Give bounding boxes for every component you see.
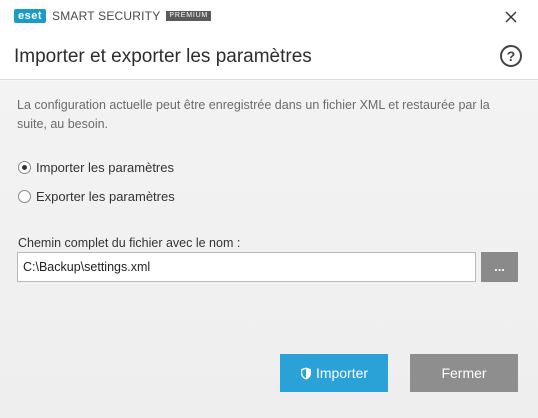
page-title: Importer et exporter les paramètres: [14, 46, 312, 67]
import-button[interactable]: Importer: [280, 354, 388, 392]
file-path-input[interactable]: [17, 252, 476, 282]
product-name: SMART SECURITY: [52, 9, 161, 23]
help-icon: ?: [506, 48, 516, 64]
close-button[interactable]: Fermer: [410, 354, 518, 392]
title-bar: eset SMART SECURITY PREMIUM: [0, 0, 538, 32]
import-button-label: Importer: [315, 365, 369, 381]
import-option-radio[interactable]: Importer les paramètres: [18, 160, 174, 175]
export-option-label: Exporter les paramètres: [36, 189, 175, 204]
import-option-label: Importer les paramètres: [36, 160, 174, 175]
close-window-button[interactable]: [500, 6, 522, 28]
description-text: La configuration actuelle peut être enre…: [17, 98, 490, 131]
help-button[interactable]: ?: [500, 45, 522, 67]
close-icon: [505, 11, 517, 23]
shield-icon: [300, 367, 311, 379]
browse-button[interactable]: ...: [481, 252, 518, 282]
eset-brand-badge: eset: [14, 9, 47, 23]
dialog-window: eset SMART SECURITY PREMIUM Importer et …: [0, 0, 538, 418]
radio-button-selected[interactable]: [18, 161, 31, 174]
edition-badge: PREMIUM: [166, 11, 212, 21]
file-path-label: Chemin complet du fichier avec le nom :: [18, 236, 241, 250]
export-option-radio[interactable]: Exporter les paramètres: [18, 189, 175, 204]
eset-logo: eset SMART SECURITY PREMIUM: [14, 9, 212, 23]
radio-button[interactable]: [18, 190, 31, 203]
dialog-header: Importer et exporter les paramètres ?: [0, 32, 538, 80]
